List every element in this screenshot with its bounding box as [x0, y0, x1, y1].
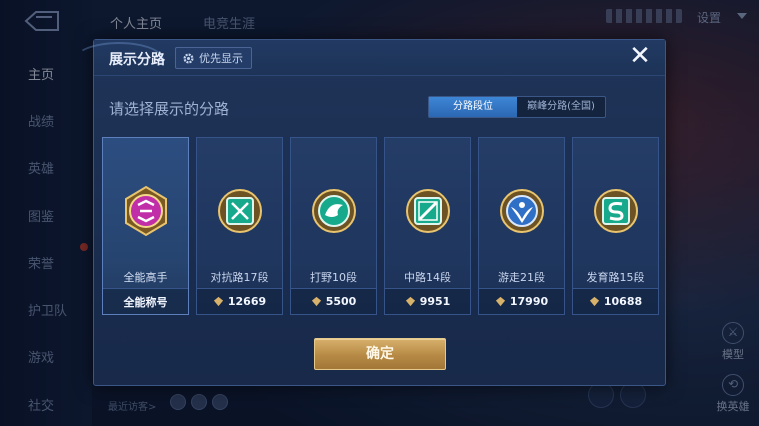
jungle-badge-icon: [311, 189, 356, 233]
card-footer: 10688: [573, 288, 658, 314]
card-label: 游走21段: [498, 271, 545, 284]
roam-badge-icon: [499, 189, 544, 233]
combat-power-icon: [589, 296, 599, 307]
card-footer: 12669: [197, 288, 282, 314]
priority-display-label: 优先显示: [199, 52, 243, 65]
card-label: 全能高手: [123, 271, 168, 284]
card-footer-text: 5500: [325, 295, 357, 308]
combat-power-icon: [213, 296, 223, 307]
lane-card-mid[interactable]: 中路14段 9951: [384, 137, 471, 315]
card-footer: 5500: [291, 288, 376, 314]
dialog-header: 展示分路 优先显示 ✕: [74, 40, 665, 76]
card-footer-text: 10688: [603, 295, 643, 308]
dialog-subtitle: 请选择展示的分路: [109, 100, 230, 118]
close-icon: ✕: [629, 41, 651, 71]
lane-card-all-rounder[interactable]: 全能高手 全能称号: [102, 137, 189, 315]
lane-mode-toggle: 分路段位 巅峰分路(全国): [428, 96, 606, 118]
combat-power-icon: [495, 296, 505, 307]
clash-lane-badge-icon: [217, 189, 262, 233]
show-lane-dialog: 展示分路 优先显示 ✕ 请选择展示的分路 分路段位 巅峰分路(全国) 全能高手: [74, 39, 666, 386]
lane-card-roam[interactable]: 游走21段 17990: [478, 137, 565, 315]
lane-card-clash[interactable]: 对抗路17段 12669: [196, 137, 283, 315]
close-button[interactable]: ✕: [627, 41, 653, 71]
gear-icon: [183, 52, 194, 64]
lane-card-farm[interactable]: 发育路15段 10688: [572, 137, 659, 315]
card-footer: 17990: [479, 288, 564, 314]
lane-card-jungle[interactable]: 打野10段 5500: [290, 137, 377, 315]
combat-power-icon: [311, 296, 321, 307]
card-label: 对抗路17段: [210, 271, 269, 284]
card-label: 发育路15段: [586, 271, 645, 284]
all-rounder-badge-icon: [124, 185, 167, 237]
lane-card-list: 全能高手 全能称号 对抗路17段 12669 打野10段 5500 中路14段 …: [102, 137, 659, 315]
card-footer: 全能称号: [103, 288, 188, 314]
card-label: 中路14段: [404, 271, 451, 284]
toggle-lane-rank[interactable]: 分路段位: [429, 97, 517, 117]
card-footer: 9951: [385, 288, 470, 314]
priority-display-button[interactable]: 优先显示: [175, 47, 252, 69]
farm-lane-badge-icon: [593, 189, 638, 233]
card-footer-text: 9951: [419, 295, 451, 308]
mid-lane-badge-icon: [405, 189, 450, 233]
dialog-title: 展示分路: [109, 52, 165, 68]
confirm-button[interactable]: 确定: [314, 338, 446, 370]
card-label: 打野10段: [310, 271, 357, 284]
card-footer-text: 17990: [509, 295, 549, 308]
combat-power-icon: [405, 296, 415, 307]
card-footer-text: 全能称号: [123, 295, 168, 309]
toggle-peak-lane[interactable]: 巅峰分路(全国): [517, 97, 605, 117]
card-footer-text: 12669: [227, 295, 267, 308]
